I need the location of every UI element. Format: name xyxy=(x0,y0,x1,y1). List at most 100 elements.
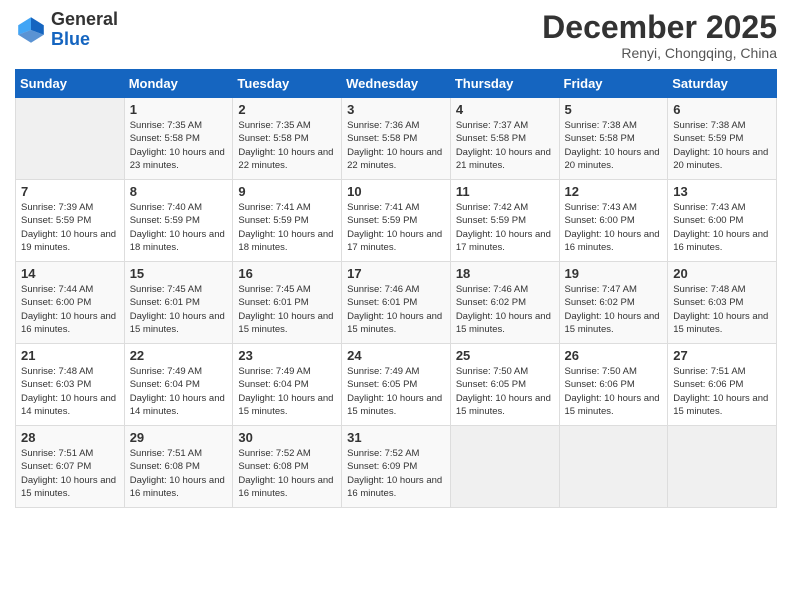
day-info: Sunrise: 7:43 AMSunset: 6:00 PMDaylight:… xyxy=(673,201,771,254)
logo-general: General xyxy=(51,9,118,29)
header-day-tuesday: Tuesday xyxy=(233,70,342,98)
calendar-cell: 6 Sunrise: 7:38 AMSunset: 5:59 PMDaylight… xyxy=(668,98,777,180)
calendar-cell: 5 Sunrise: 7:38 AMSunset: 5:58 PMDaylight… xyxy=(559,98,668,180)
day-number: 22 xyxy=(130,348,228,363)
calendar-cell: 14 Sunrise: 7:44 AMSunset: 6:00 PMDayligh… xyxy=(16,262,125,344)
calendar-cell: 12 Sunrise: 7:43 AMSunset: 6:00 PMDayligh… xyxy=(559,180,668,262)
header-day-saturday: Saturday xyxy=(668,70,777,98)
day-number: 3 xyxy=(347,102,445,117)
calendar-cell: 1 Sunrise: 7:35 AMSunset: 5:58 PMDaylight… xyxy=(124,98,233,180)
day-info: Sunrise: 7:49 AMSunset: 6:04 PMDaylight:… xyxy=(130,365,228,418)
calendar-cell xyxy=(16,98,125,180)
day-number: 16 xyxy=(238,266,336,281)
day-number: 13 xyxy=(673,184,771,199)
day-number: 12 xyxy=(565,184,663,199)
calendar-cell: 26Sunrise: 7:50 AMSunset: 6:06 PMDayligh… xyxy=(559,344,668,426)
day-info: Sunrise: 7:49 AMSunset: 6:05 PMDaylight:… xyxy=(347,365,445,418)
day-number: 7 xyxy=(21,184,119,199)
day-number: 30 xyxy=(238,430,336,445)
day-info: Sunrise: 7:46 AMSunset: 6:01 PMDaylight:… xyxy=(347,283,445,336)
day-info: Sunrise: 7:35 AMSunset: 5:58 PMDaylight:… xyxy=(238,119,336,172)
day-number: 2 xyxy=(238,102,336,117)
title-block: December 2025 Renyi, Chongqing, China xyxy=(542,10,777,61)
day-number: 19 xyxy=(565,266,663,281)
calendar-cell: 21 Sunrise: 7:48 AMSunset: 6:03 PMDayligh… xyxy=(16,344,125,426)
calendar-cell: 27 Sunrise: 7:51 AMSunset: 6:06 PMDayligh… xyxy=(668,344,777,426)
calendar-header-row: SundayMondayTuesdayWednesdayThursdayFrid… xyxy=(16,70,777,98)
week-row-5: 28Sunrise: 7:51 AMSunset: 6:07 PMDayligh… xyxy=(16,426,777,508)
day-info: Sunrise: 7:50 AMSunset: 6:05 PMDaylight:… xyxy=(456,365,554,418)
week-row-3: 14 Sunrise: 7:44 AMSunset: 6:00 PMDayligh… xyxy=(16,262,777,344)
day-number: 11 xyxy=(456,184,554,199)
header: General Blue December 2025 Renyi, Chongq… xyxy=(15,10,777,61)
day-info: Sunrise: 7:52 AMSunset: 6:08 PMDaylight:… xyxy=(238,447,336,500)
day-number: 26 xyxy=(565,348,663,363)
day-info: Sunrise: 7:37 AMSunset: 5:58 PMDaylight:… xyxy=(456,119,554,172)
day-info: Sunrise: 7:38 AMSunset: 5:58 PMDaylight:… xyxy=(565,119,663,172)
calendar-cell: 10 Sunrise: 7:41 AMSunset: 5:59 PMDayligh… xyxy=(342,180,451,262)
logo-text: General Blue xyxy=(51,10,118,50)
calendar-cell: 13 Sunrise: 7:43 AMSunset: 6:00 PMDayligh… xyxy=(668,180,777,262)
week-row-2: 7 Sunrise: 7:39 AMSunset: 5:59 PMDaylight… xyxy=(16,180,777,262)
day-info: Sunrise: 7:49 AMSunset: 6:04 PMDaylight:… xyxy=(238,365,336,418)
day-number: 4 xyxy=(456,102,554,117)
calendar-cell: 31 Sunrise: 7:52 AMSunset: 6:09 PMDayligh… xyxy=(342,426,451,508)
calendar-cell: 17Sunrise: 7:46 AMSunset: 6:01 PMDayligh… xyxy=(342,262,451,344)
calendar-table: SundayMondayTuesdayWednesdayThursdayFrid… xyxy=(15,69,777,508)
day-number: 21 xyxy=(21,348,119,363)
day-number: 25 xyxy=(456,348,554,363)
week-row-1: 1 Sunrise: 7:35 AMSunset: 5:58 PMDaylight… xyxy=(16,98,777,180)
day-number: 31 xyxy=(347,430,445,445)
day-info: Sunrise: 7:39 AMSunset: 5:59 PMDaylight:… xyxy=(21,201,119,254)
day-info: Sunrise: 7:43 AMSunset: 6:00 PMDaylight:… xyxy=(565,201,663,254)
calendar-cell xyxy=(668,426,777,508)
day-number: 1 xyxy=(130,102,228,117)
calendar-cell: 29Sunrise: 7:51 AMSunset: 6:08 PMDayligh… xyxy=(124,426,233,508)
calendar-cell xyxy=(559,426,668,508)
day-info: Sunrise: 7:44 AMSunset: 6:00 PMDaylight:… xyxy=(21,283,119,336)
day-info: Sunrise: 7:51 AMSunset: 6:07 PMDaylight:… xyxy=(21,447,119,500)
calendar-cell: 30 Sunrise: 7:52 AMSunset: 6:08 PMDayligh… xyxy=(233,426,342,508)
day-number: 10 xyxy=(347,184,445,199)
calendar-cell: 15 Sunrise: 7:45 AMSunset: 6:01 PMDayligh… xyxy=(124,262,233,344)
day-info: Sunrise: 7:45 AMSunset: 6:01 PMDaylight:… xyxy=(130,283,228,336)
day-number: 20 xyxy=(673,266,771,281)
calendar-cell: 4 Sunrise: 7:37 AMSunset: 5:58 PMDaylight… xyxy=(450,98,559,180)
header-day-monday: Monday xyxy=(124,70,233,98)
day-number: 24 xyxy=(347,348,445,363)
logo-blue: Blue xyxy=(51,29,90,49)
header-day-thursday: Thursday xyxy=(450,70,559,98)
day-number: 23 xyxy=(238,348,336,363)
day-info: Sunrise: 7:47 AMSunset: 6:02 PMDaylight:… xyxy=(565,283,663,336)
day-info: Sunrise: 7:42 AMSunset: 5:59 PMDaylight:… xyxy=(456,201,554,254)
calendar-cell: 7 Sunrise: 7:39 AMSunset: 5:59 PMDaylight… xyxy=(16,180,125,262)
calendar-cell: 24 Sunrise: 7:49 AMSunset: 6:05 PMDayligh… xyxy=(342,344,451,426)
calendar-cell: 19 Sunrise: 7:47 AMSunset: 6:02 PMDayligh… xyxy=(559,262,668,344)
day-info: Sunrise: 7:52 AMSunset: 6:09 PMDaylight:… xyxy=(347,447,445,500)
calendar-cell: 18Sunrise: 7:46 AMSunset: 6:02 PMDayligh… xyxy=(450,262,559,344)
calendar-cell: 23 Sunrise: 7:49 AMSunset: 6:04 PMDayligh… xyxy=(233,344,342,426)
day-info: Sunrise: 7:51 AMSunset: 6:06 PMDaylight:… xyxy=(673,365,771,418)
logo: General Blue xyxy=(15,10,118,50)
day-info: Sunrise: 7:45 AMSunset: 6:01 PMDaylight:… xyxy=(238,283,336,336)
header-day-friday: Friday xyxy=(559,70,668,98)
day-number: 9 xyxy=(238,184,336,199)
day-info: Sunrise: 7:48 AMSunset: 6:03 PMDaylight:… xyxy=(21,365,119,418)
day-number: 29 xyxy=(130,430,228,445)
calendar-cell: 28Sunrise: 7:51 AMSunset: 6:07 PMDayligh… xyxy=(16,426,125,508)
day-number: 5 xyxy=(565,102,663,117)
day-info: Sunrise: 7:41 AMSunset: 5:59 PMDaylight:… xyxy=(347,201,445,254)
header-day-wednesday: Wednesday xyxy=(342,70,451,98)
day-number: 15 xyxy=(130,266,228,281)
calendar-cell: 11 Sunrise: 7:42 AMSunset: 5:59 PMDayligh… xyxy=(450,180,559,262)
day-number: 14 xyxy=(21,266,119,281)
day-info: Sunrise: 7:38 AMSunset: 5:59 PMDaylight:… xyxy=(673,119,771,172)
calendar-cell: 8Sunrise: 7:40 AMSunset: 5:59 PMDaylight… xyxy=(124,180,233,262)
day-info: Sunrise: 7:36 AMSunset: 5:58 PMDaylight:… xyxy=(347,119,445,172)
day-number: 6 xyxy=(673,102,771,117)
day-number: 27 xyxy=(673,348,771,363)
day-number: 18 xyxy=(456,266,554,281)
logo-icon xyxy=(15,14,47,46)
day-info: Sunrise: 7:35 AMSunset: 5:58 PMDaylight:… xyxy=(130,119,228,172)
calendar-cell xyxy=(450,426,559,508)
